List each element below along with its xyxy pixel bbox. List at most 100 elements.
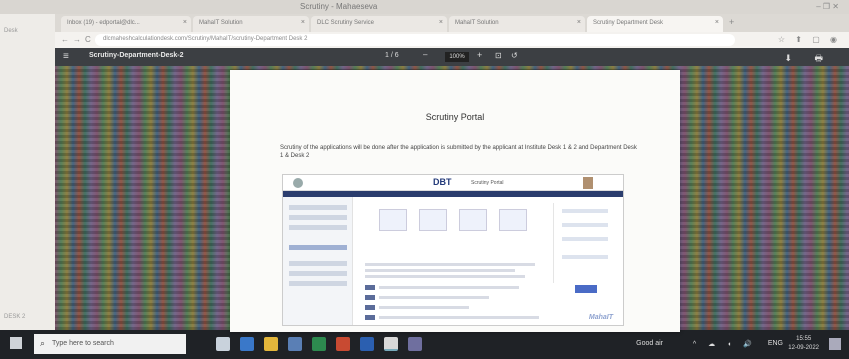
text-line bbox=[365, 269, 515, 272]
text-line bbox=[379, 316, 539, 319]
embedded-watermark: MahaIT bbox=[588, 314, 613, 321]
pdf-title: Scrutiny-Department-Desk-2 bbox=[89, 52, 184, 59]
rotate-icon[interactable]: ↺ bbox=[511, 51, 518, 60]
clock-time: 15:55 bbox=[796, 336, 812, 342]
window-controls[interactable]: – ❐ ✕ bbox=[816, 2, 839, 11]
clock-date: 12-09-2022 bbox=[788, 345, 819, 351]
text-line bbox=[365, 263, 535, 266]
stat-card bbox=[419, 209, 447, 231]
new-tab-button[interactable]: + bbox=[729, 17, 734, 27]
tab-label: MahaIT Solution bbox=[199, 20, 243, 26]
list-item bbox=[289, 271, 347, 276]
reload-icon[interactable]: C bbox=[85, 35, 91, 44]
zoom-level[interactable]: 100% bbox=[445, 52, 469, 62]
page-indicator[interactable]: 1 / 6 bbox=[385, 52, 399, 59]
step-badge bbox=[365, 315, 375, 320]
store-icon[interactable] bbox=[288, 337, 302, 351]
step-badge bbox=[365, 295, 375, 300]
tab-label: DLC Scrutiny Service bbox=[317, 20, 375, 26]
forward-icon[interactable]: → bbox=[73, 35, 81, 44]
page-body-text: Scrutiny of the applications will be don… bbox=[280, 145, 637, 159]
menu-icon[interactable]: ≡ bbox=[63, 51, 69, 62]
tab-dlc-scrutiny[interactable]: DLC Scrutiny Service × bbox=[311, 16, 447, 32]
close-icon[interactable]: × bbox=[439, 19, 443, 26]
excel-icon[interactable] bbox=[312, 337, 326, 351]
embedded-right-panel bbox=[553, 203, 617, 283]
tab-label: MahaIT Solution bbox=[455, 20, 499, 26]
taskbar: ⌕ Type here to search Good air ^ ☁ ◖ 🔊 E… bbox=[0, 330, 849, 359]
tab-mahait-2[interactable]: MahaIT Solution × bbox=[449, 16, 585, 32]
embedded-button bbox=[575, 285, 597, 293]
pdf-viewer[interactable]: Scrutiny Portal Scrutiny of the applicat… bbox=[55, 66, 849, 332]
text-line bbox=[379, 296, 489, 299]
close-icon[interactable]: × bbox=[183, 19, 187, 26]
step-badge bbox=[365, 285, 375, 290]
windows-start-icon[interactable] bbox=[10, 337, 22, 349]
stat-card bbox=[499, 209, 527, 231]
pdf-toolbar: ≡ Scrutiny-Department-Desk-2 1 / 6 – 100… bbox=[55, 48, 849, 66]
tab-strip: Inbox (19) - edportal@dlc... × MahaIT Sol… bbox=[55, 14, 849, 32]
tray-icons[interactable]: ^ ☁ ◖ 🔊 bbox=[693, 340, 757, 348]
avatar bbox=[583, 177, 593, 189]
zoom-out-button[interactable]: – bbox=[423, 50, 432, 59]
tab-label: Scrutiny Department Desk bbox=[593, 20, 664, 26]
dbt-logo: DBT bbox=[433, 177, 452, 187]
list-item bbox=[562, 223, 608, 227]
app-icon[interactable] bbox=[408, 337, 422, 351]
list-item bbox=[289, 281, 347, 286]
page-heading: Scrutiny Portal bbox=[425, 112, 485, 122]
emblem-icon bbox=[293, 178, 303, 188]
list-item bbox=[289, 261, 347, 266]
embedded-sidebar bbox=[283, 197, 353, 325]
address-bar-row: ← → C dlcmaheshcalculationdesk.com/Scrut… bbox=[55, 32, 849, 48]
tab-inbox[interactable]: Inbox (19) - edportal@dlc... × bbox=[61, 16, 191, 32]
task-view-icon[interactable] bbox=[216, 337, 230, 351]
tab-scrutiny-desk[interactable]: Scrutiny Department Desk × bbox=[587, 16, 723, 32]
text-line bbox=[379, 306, 469, 309]
close-icon[interactable]: × bbox=[577, 19, 581, 26]
word-icon[interactable] bbox=[360, 337, 374, 351]
close-icon[interactable]: × bbox=[301, 19, 305, 26]
text-line bbox=[379, 286, 519, 289]
embedded-header: DBT Scrutiny Portal bbox=[283, 175, 623, 191]
url-input[interactable]: dlcmaheshcalculationdesk.com/Scrutiny/Ma… bbox=[95, 34, 735, 46]
powerpoint-icon[interactable] bbox=[336, 337, 350, 351]
fit-page-icon[interactable]: ⊡ bbox=[495, 51, 502, 60]
step-badge bbox=[365, 305, 375, 310]
chrome-icon[interactable] bbox=[384, 337, 398, 351]
list-item bbox=[289, 245, 347, 250]
pdf-actions[interactable]: ⬇ 🖶 bbox=[784, 51, 833, 67]
close-icon[interactable]: × bbox=[715, 19, 719, 26]
left-strip-footer: DESK 2 bbox=[4, 314, 26, 320]
list-item bbox=[289, 225, 347, 230]
taskbar-search[interactable]: ⌕ Type here to search bbox=[34, 334, 186, 354]
clock[interactable]: 15:55 12-09-2022 bbox=[788, 335, 819, 353]
stat-card bbox=[379, 209, 407, 231]
search-icon: ⌕ bbox=[40, 338, 46, 348]
browser-action-icons[interactable]: ☆ ⬆ ▢ ◉ bbox=[778, 35, 841, 44]
left-strip-label: Desk bbox=[4, 28, 18, 34]
list-item bbox=[562, 209, 608, 213]
window-title: Scrutiny - Mahaeseva bbox=[300, 2, 378, 11]
search-placeholder: Type here to search bbox=[52, 340, 114, 347]
pdf-page: Scrutiny Portal Scrutiny of the applicat… bbox=[230, 70, 680, 332]
stat-card bbox=[459, 209, 487, 231]
background-window-strip: Desk DESK 2 bbox=[0, 14, 55, 330]
weather-widget[interactable]: Good air bbox=[636, 340, 663, 347]
embedded-screenshot: DBT Scrutiny Portal MahaIT bbox=[282, 174, 624, 326]
edge-icon[interactable] bbox=[240, 337, 254, 351]
list-item bbox=[562, 255, 608, 259]
zoom-in-button[interactable]: + bbox=[477, 50, 482, 60]
list-item bbox=[289, 205, 347, 210]
back-icon[interactable]: ← bbox=[61, 35, 69, 44]
notification-icon[interactable] bbox=[829, 338, 841, 350]
list-item bbox=[562, 237, 608, 241]
text-line bbox=[365, 275, 525, 278]
list-item bbox=[289, 215, 347, 220]
window-titlebar: Scrutiny - Mahaeseva – ❐ ✕ bbox=[0, 0, 849, 14]
tab-label: Inbox (19) - edportal@dlc... bbox=[67, 20, 140, 26]
file-explorer-icon[interactable] bbox=[264, 337, 278, 351]
embedded-subtitle: Scrutiny Portal bbox=[471, 180, 504, 186]
tab-mahait[interactable]: MahaIT Solution × bbox=[193, 16, 309, 32]
language-indicator[interactable]: ENG bbox=[768, 340, 783, 347]
